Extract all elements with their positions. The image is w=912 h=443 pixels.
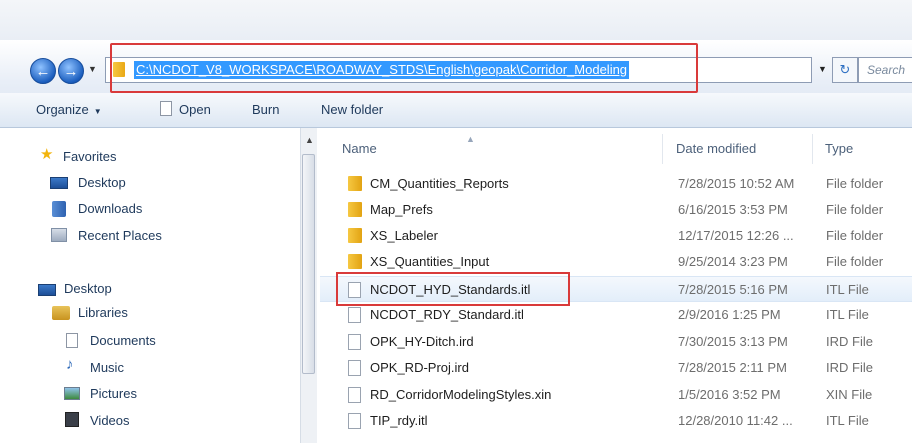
file-date: 7/28/2015 5:16 PM bbox=[678, 282, 788, 297]
file-type: XIN File bbox=[826, 387, 873, 402]
file-name: XS_Quantities_Input bbox=[370, 254, 490, 269]
recent-places-icon bbox=[51, 228, 67, 242]
file-date: 12/17/2015 12:26 ... bbox=[678, 228, 794, 243]
nav-documents[interactable]: Documents bbox=[90, 332, 156, 350]
nav-pictures[interactable]: Pictures bbox=[90, 385, 137, 403]
command-bar bbox=[0, 93, 912, 128]
organize-button[interactable]: Organize ▼ bbox=[36, 101, 102, 119]
refresh-icon: ↻ bbox=[839, 62, 851, 77]
pictures-icon bbox=[64, 387, 80, 400]
back-button[interactable]: ← bbox=[30, 58, 56, 84]
desktop-icon bbox=[38, 284, 56, 296]
forward-button[interactable]: → bbox=[58, 58, 84, 84]
file-type: File folder bbox=[826, 228, 884, 243]
file-type: ITL File bbox=[826, 282, 869, 297]
open-button[interactable]: Open bbox=[179, 101, 211, 119]
file-type: IRD File bbox=[826, 334, 873, 349]
file-icon bbox=[348, 334, 361, 350]
address-dropdown-icon[interactable]: ▼ bbox=[818, 64, 827, 74]
scroll-up-icon[interactable]: ▲ bbox=[305, 135, 314, 145]
file-row[interactable]: CM_Quantities_Reports 7/28/2015 10:52 AM… bbox=[320, 171, 912, 197]
file-type: ITL File bbox=[826, 413, 869, 428]
nav-music[interactable]: Music bbox=[90, 359, 124, 377]
file-name: XS_Labeler bbox=[370, 228, 438, 243]
burn-button[interactable]: Burn bbox=[252, 101, 279, 119]
folder-icon bbox=[348, 202, 362, 217]
scroll-thumb[interactable] bbox=[302, 154, 315, 374]
file-date: 12/28/2010 11:42 ... bbox=[678, 413, 793, 428]
file-date: 2/9/2016 1:25 PM bbox=[678, 307, 781, 322]
file-name: OPK_RD-Proj.ird bbox=[370, 360, 469, 375]
organize-label: Organize bbox=[36, 102, 89, 117]
file-row[interactable]: RD_CorridorModelingStyles.xin 1/5/2016 3… bbox=[320, 382, 912, 408]
folder-icon bbox=[348, 176, 362, 191]
file-icon bbox=[348, 413, 361, 429]
file-date: 6/16/2015 3:53 PM bbox=[678, 202, 788, 217]
file-type: File folder bbox=[826, 202, 884, 217]
file-icon bbox=[348, 307, 361, 323]
search-input[interactable]: Search bbox=[858, 57, 912, 83]
file-row[interactable]: OPK_RD-Proj.ird 7/28/2015 2:11 PM IRD Fi… bbox=[320, 355, 912, 381]
column-divider[interactable] bbox=[662, 134, 663, 164]
file-type: File folder bbox=[826, 254, 884, 269]
nav-libraries[interactable]: Libraries bbox=[78, 304, 128, 322]
videos-icon bbox=[65, 412, 79, 427]
file-date: 1/5/2016 3:52 PM bbox=[678, 387, 781, 402]
file-name: NCDOT_RDY_Standard.itl bbox=[370, 307, 524, 322]
file-row[interactable]: XS_Labeler 12/17/2015 12:26 ... File fol… bbox=[320, 223, 912, 249]
folder-icon bbox=[348, 228, 362, 243]
file-name: Map_Prefs bbox=[370, 202, 433, 217]
file-row[interactable]: Map_Prefs 6/16/2015 3:53 PM File folder bbox=[320, 197, 912, 223]
documents-icon bbox=[66, 333, 78, 348]
recent-pages-dropdown[interactable]: ▼ bbox=[88, 64, 98, 78]
column-divider[interactable] bbox=[812, 134, 813, 164]
new-folder-button[interactable]: New folder bbox=[321, 101, 383, 119]
file-highlight-box bbox=[336, 272, 570, 306]
refresh-button[interactable]: ↻ bbox=[832, 57, 858, 83]
music-icon: ♪ bbox=[66, 356, 74, 373]
file-name: TIP_rdy.itl bbox=[370, 413, 428, 428]
nav-downloads[interactable]: Downloads bbox=[78, 200, 142, 218]
file-name: RD_CorridorModelingStyles.xin bbox=[370, 387, 552, 402]
nav-desktop-root[interactable]: Desktop bbox=[64, 280, 112, 298]
nav-favorites[interactable]: Favorites bbox=[63, 148, 116, 166]
nav-recent-places[interactable]: Recent Places bbox=[78, 227, 162, 245]
column-header-name[interactable]: Name bbox=[342, 140, 377, 158]
open-file-icon bbox=[160, 101, 172, 116]
file-type: IRD File bbox=[826, 360, 873, 375]
file-icon bbox=[348, 387, 361, 403]
file-name: CM_Quantities_Reports bbox=[370, 176, 509, 191]
file-row[interactable]: TIP_rdy.itl 12/28/2010 11:42 ... ITL Fil… bbox=[320, 408, 912, 434]
star-icon: ★ bbox=[40, 146, 54, 163]
file-date: 7/28/2015 2:11 PM bbox=[678, 360, 787, 375]
sort-indicator-icon: ▲ bbox=[466, 134, 475, 144]
file-name: OPK_HY-Ditch.ird bbox=[370, 334, 474, 349]
file-type: File folder bbox=[826, 176, 884, 191]
column-header-date[interactable]: Date modified bbox=[676, 140, 756, 158]
column-header-type[interactable]: Type bbox=[825, 140, 853, 158]
address-highlight-box bbox=[110, 43, 698, 93]
window-titlebar bbox=[0, 0, 912, 40]
file-row[interactable]: OPK_HY-Ditch.ird 7/30/2015 3:13 PM IRD F… bbox=[320, 329, 912, 355]
downloads-icon bbox=[52, 201, 66, 217]
folder-icon bbox=[348, 254, 362, 269]
nav-desktop[interactable]: Desktop bbox=[78, 174, 126, 192]
file-icon bbox=[348, 360, 361, 376]
chevron-down-icon: ▼ bbox=[93, 107, 102, 116]
file-date: 7/30/2015 3:13 PM bbox=[678, 334, 788, 349]
file-date: 9/25/2014 3:23 PM bbox=[678, 254, 788, 269]
file-date: 7/28/2015 10:52 AM bbox=[678, 176, 795, 191]
file-type: ITL File bbox=[826, 307, 869, 322]
desktop-icon bbox=[50, 177, 68, 189]
nav-videos[interactable]: Videos bbox=[90, 412, 130, 430]
libraries-icon bbox=[52, 306, 70, 320]
